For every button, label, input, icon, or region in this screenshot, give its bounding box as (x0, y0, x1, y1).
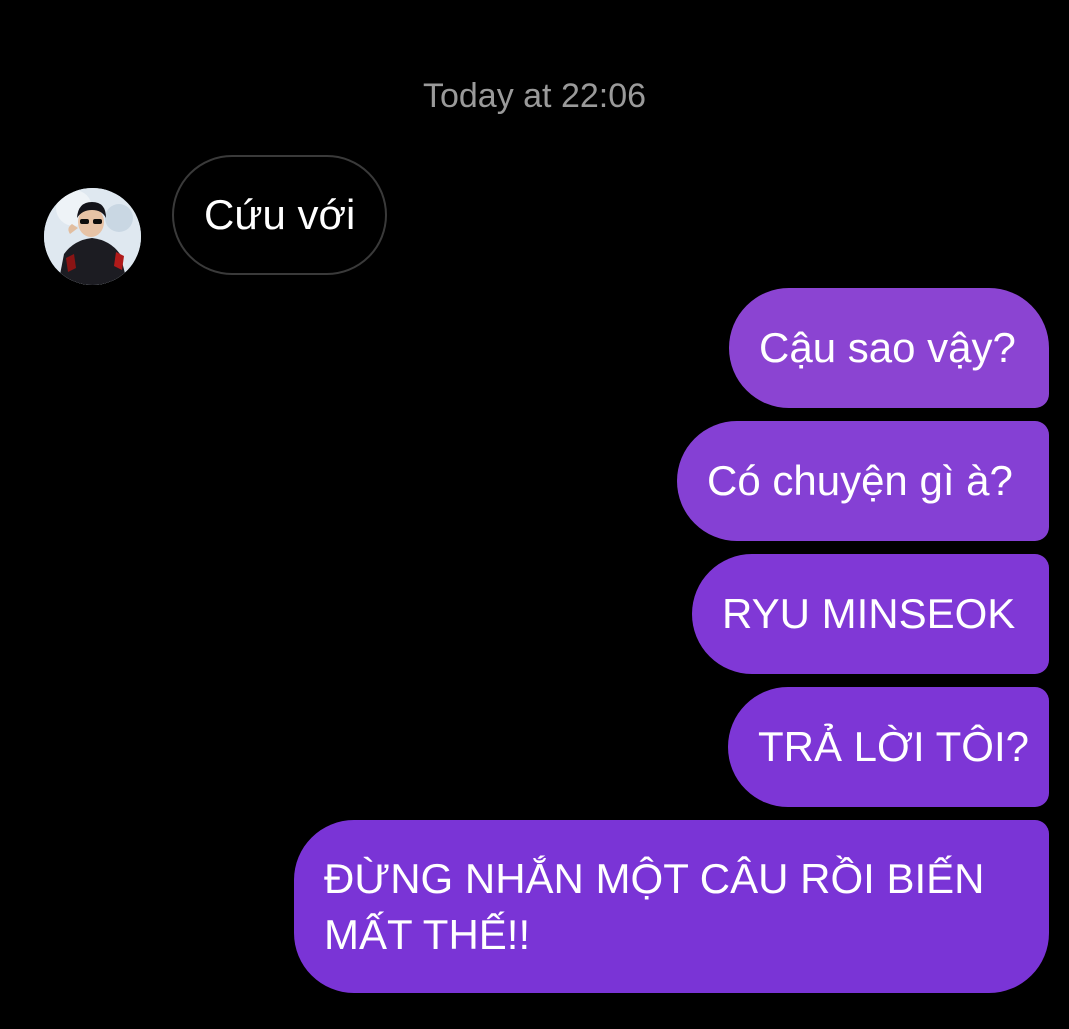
contact-avatar[interactable] (44, 188, 141, 285)
sent-message-bubble[interactable]: Có chuyện gì à? (677, 421, 1049, 541)
sent-message-bubble[interactable]: ĐỪNG NHẮN MỘT CÂU RỒI BIẾN MẤT THẾ!! (294, 820, 1049, 993)
sent-message-bubble[interactable]: Cậu sao vậy? (729, 288, 1049, 408)
sent-message-text: RYU MINSEOK (722, 590, 1016, 637)
sent-message-text: Có chuyện gì à? (707, 457, 1013, 504)
sent-message-text: ĐỪNG NHẮN MỘT CÂU RỒI BIẾN MẤT THẾ!! (324, 854, 985, 958)
sent-message-text: TRẢ LỜI TÔI? (758, 723, 1029, 770)
sent-message-bubble[interactable]: TRẢ LỜI TÔI? (728, 687, 1049, 807)
received-message-text: Cứu với (204, 191, 356, 238)
sent-message-text: Cậu sao vậy? (759, 324, 1016, 371)
sent-message-bubble[interactable]: RYU MINSEOK (692, 554, 1049, 674)
message-timestamp: Today at 22:06 (422, 77, 647, 115)
received-message-bubble[interactable]: Cứu với (172, 155, 388, 275)
avatar-photo-icon (44, 188, 141, 285)
chat-screen: Today at 22:06 Cứu với Cậu sao vậy? Có c… (0, 0, 1069, 1029)
